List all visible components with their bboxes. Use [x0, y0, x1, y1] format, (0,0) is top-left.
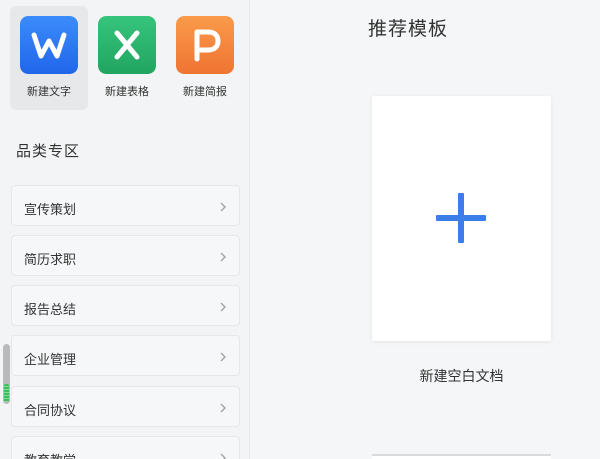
category-item-label: 企业管理	[24, 353, 77, 368]
category-item-management[interactable]: 企业管理	[11, 335, 240, 376]
chevron-right-icon	[217, 250, 229, 264]
new-blank-document-card[interactable]	[372, 96, 551, 341]
new-blank-document-label[interactable]: 新建空白文档	[372, 366, 551, 386]
category-item-promotion[interactable]: 宣传策划	[11, 185, 240, 226]
chevron-right-icon	[217, 200, 229, 214]
recommended-templates-title: 推荐模板	[368, 18, 449, 40]
chevron-right-icon	[217, 350, 229, 364]
chevron-right-icon	[217, 451, 229, 459]
wps-writer-icon	[20, 16, 78, 74]
category-item-contract[interactable]: 合同协议	[11, 386, 240, 427]
template-area: 推荐模板 新建空白文档	[251, 0, 600, 459]
category-item-label: 简历求职	[24, 253, 77, 268]
category-section-title: 品类专区	[16, 142, 81, 160]
scroll-position-indicator	[4, 384, 9, 402]
sidebar: 新建文字 新建表格 新建简报 品类专区 宣传策划 简历求职 报告总结 企业管理 …	[0, 0, 250, 459]
new-writer-button[interactable]: 新建文字	[10, 6, 88, 110]
category-item-label: 合同协议	[24, 404, 77, 419]
wps-spreadsheet-icon	[98, 16, 156, 74]
new-spreadsheet-button[interactable]: 新建表格	[88, 6, 166, 110]
category-item-report[interactable]: 报告总结	[11, 285, 240, 326]
category-item-label: 报告总结	[24, 303, 77, 318]
category-item-resume[interactable]: 简历求职	[11, 235, 240, 276]
template-card-partial[interactable]	[372, 454, 551, 459]
new-writer-label: 新建文字	[27, 85, 71, 98]
plus-icon	[434, 191, 488, 245]
new-spreadsheet-label: 新建表格	[105, 85, 149, 98]
new-presentation-button[interactable]: 新建简报	[166, 6, 244, 110]
chevron-right-icon	[217, 300, 229, 314]
wps-presentation-icon	[176, 16, 234, 74]
new-document-row: 新建文字 新建表格 新建简报	[10, 6, 245, 110]
category-item-label: 教育教学	[24, 450, 76, 459]
category-item-education[interactable]: 教育教学	[11, 436, 240, 459]
wps-new-document-window: 新建文字 新建表格 新建简报 品类专区 宣传策划 简历求职 报告总结 企业管理 …	[0, 0, 600, 459]
category-item-label: 宣传策划	[24, 203, 77, 218]
chevron-right-icon	[217, 401, 229, 415]
new-presentation-label: 新建简报	[183, 85, 227, 98]
